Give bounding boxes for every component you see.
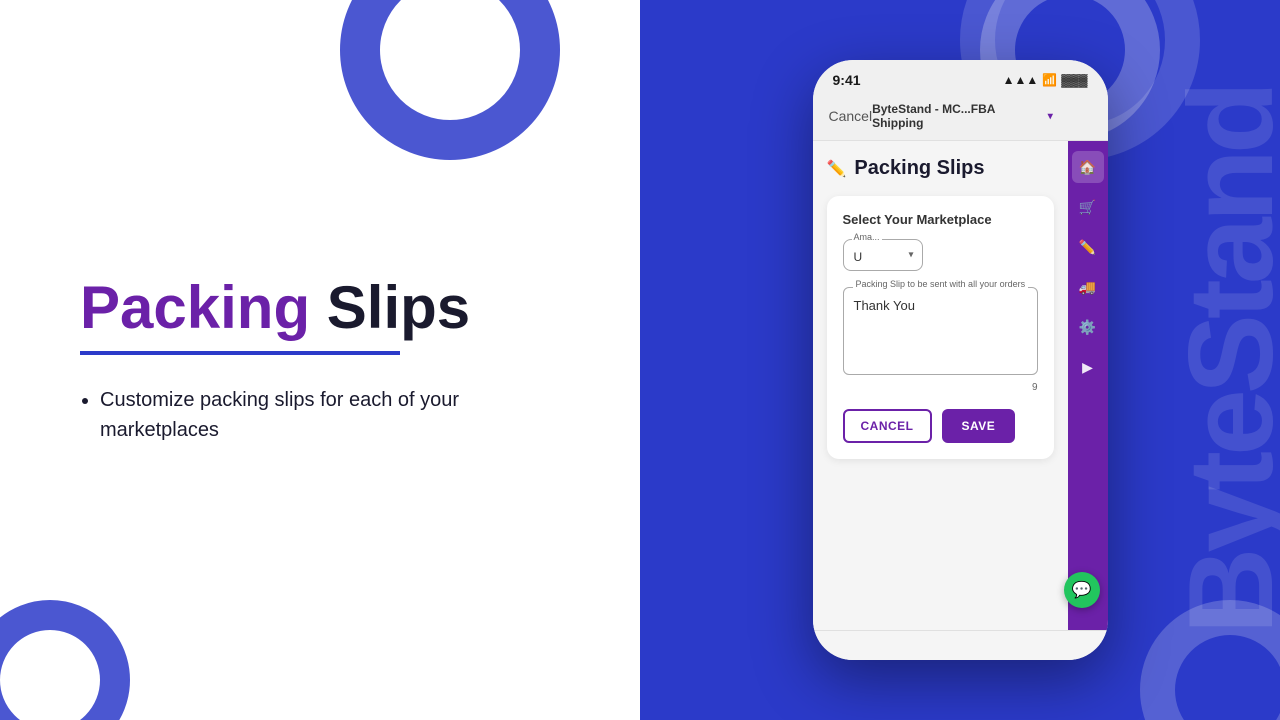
nav-title-text: ByteStand - MC...FBA Shipping: [872, 102, 1044, 130]
left-section: Packing Slips Customize packing slips fo…: [0, 0, 640, 720]
section-header: ✏️ Packing Slips: [827, 157, 1054, 180]
char-count: 9: [843, 382, 1038, 393]
sidebar-shipping-icon[interactable]: 🚚: [1072, 271, 1104, 303]
save-button[interactable]: SAVE: [942, 409, 1016, 443]
marketplace-dropdown[interactable]: Ama... U ▾: [843, 239, 923, 271]
packing-slip-textarea-container: Packing Slip to be sent with all your or…: [843, 287, 1038, 393]
wifi-icon: 📶: [1042, 73, 1057, 87]
select-marketplace-label: Select Your Marketplace: [843, 212, 1038, 227]
textarea-float-label: Packing Slip to be sent with all your or…: [853, 279, 1029, 289]
title-highlight: Packing: [80, 274, 310, 341]
dropdown-field[interactable]: Ama... U ▾: [843, 239, 923, 271]
bullet-item-1: Customize packing slips for each of your…: [100, 385, 480, 445]
dropdown-float-label: Ama...: [852, 232, 882, 242]
signal-icon: ▲▲▲: [1003, 73, 1039, 87]
section-title: Packing Slips: [854, 157, 984, 180]
action-buttons: CANCEL SAVE: [843, 409, 1038, 443]
chat-bubble-button[interactable]: 💬: [1064, 572, 1100, 608]
dropdown-value: U: [854, 246, 894, 264]
cancel-button[interactable]: CANCEL: [843, 409, 932, 443]
packing-slips-card: Select Your Marketplace Ama... U ▾ Packi…: [827, 196, 1054, 459]
right-section: ByteStand 9:41 ▲▲▲ 📶 ▓▓▓ Cancel ByteStan…: [640, 0, 1280, 720]
nav-title: ByteStand - MC...FBA Shipping ▾: [872, 102, 1053, 130]
phone-sidebar: 🏠 🛒 ✏️ 🚚 ⚙️ ▶: [1068, 141, 1108, 630]
phone-bottom-bar: [813, 630, 1108, 660]
sidebar-play-icon[interactable]: ▶: [1072, 351, 1104, 383]
pencil-icon: ✏️: [827, 159, 847, 179]
nav-chevron-icon: ▾: [1048, 111, 1053, 122]
battery-icon: ▓▓▓: [1061, 73, 1087, 87]
dropdown-arrow-icon: ▾: [908, 250, 913, 261]
title-normal: Slips: [310, 274, 470, 341]
phone-mockup: 9:41 ▲▲▲ 📶 ▓▓▓ Cancel ByteStand - MC...F…: [813, 60, 1108, 660]
phone-content: ✏️ Packing Slips Select Your Marketplace…: [813, 141, 1108, 630]
sidebar-home-icon[interactable]: 🏠: [1072, 151, 1104, 183]
sidebar-edit-icon[interactable]: ✏️: [1072, 231, 1104, 263]
status-icons: ▲▲▲ 📶 ▓▓▓: [1003, 73, 1088, 87]
phone-main: ✏️ Packing Slips Select Your Marketplace…: [813, 141, 1068, 630]
nav-cancel-button[interactable]: Cancel: [829, 108, 873, 124]
watermark-text: ByteStand: [1162, 86, 1280, 634]
status-time: 9:41: [833, 72, 861, 88]
sidebar-settings-icon[interactable]: ⚙️: [1072, 311, 1104, 343]
packing-slip-textarea[interactable]: [843, 287, 1038, 375]
title-underline: [80, 351, 400, 355]
nav-bar: Cancel ByteStand - MC...FBA Shipping ▾: [813, 96, 1108, 141]
page-title: Packing Slips: [80, 275, 640, 341]
deco-circle-top: [340, 0, 560, 160]
status-bar: 9:41 ▲▲▲ 📶 ▓▓▓: [813, 60, 1108, 96]
feature-list: Customize packing slips for each of your…: [80, 385, 640, 445]
sidebar-cart-icon[interactable]: 🛒: [1072, 191, 1104, 223]
deco-circle-bottom: [0, 600, 130, 720]
